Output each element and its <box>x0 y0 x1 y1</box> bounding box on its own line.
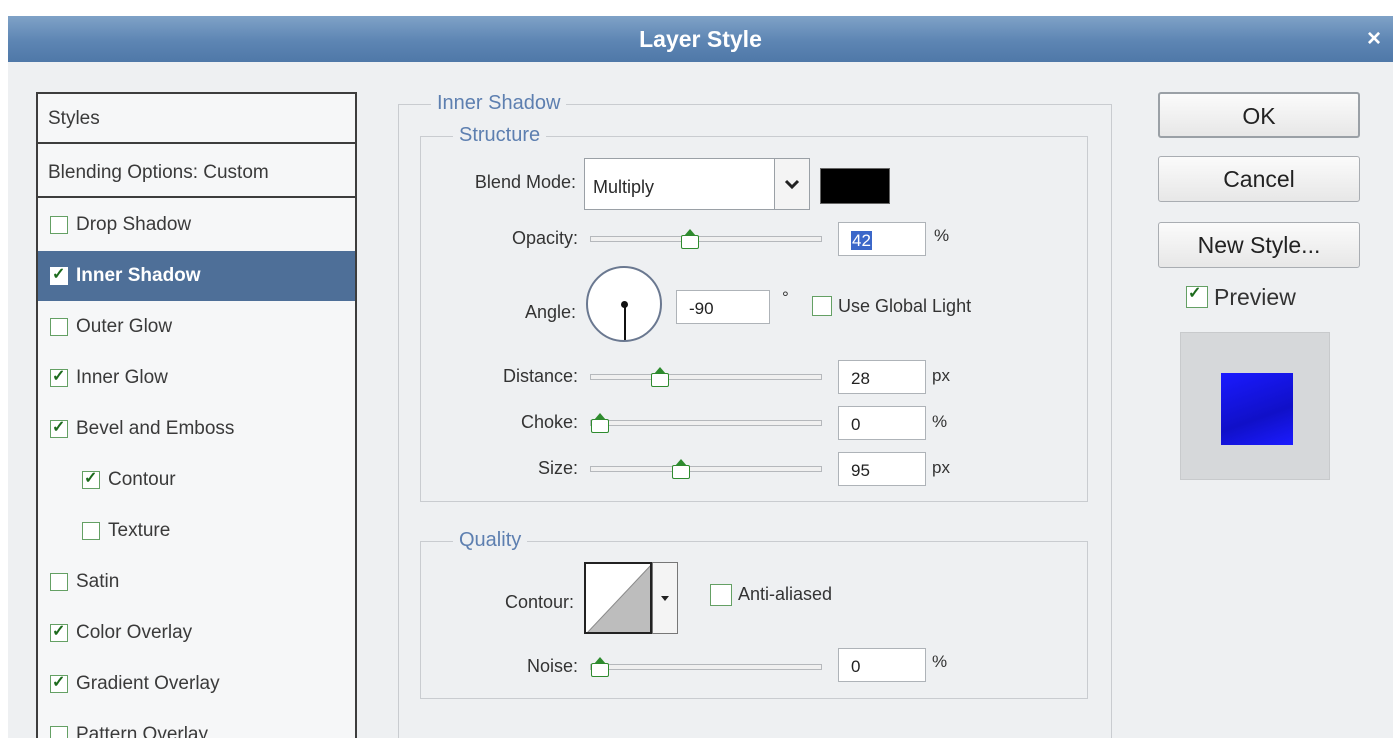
chevron-down-icon <box>784 179 800 190</box>
styles-header[interactable]: Styles <box>38 94 355 144</box>
noise-slider[interactable] <box>590 657 822 677</box>
size-slider[interactable] <box>590 459 822 479</box>
angle-dial-center <box>621 301 628 308</box>
size-slider-thumb[interactable] <box>672 459 691 479</box>
anti-aliased-label[interactable]: Anti-aliased <box>738 584 832 605</box>
style-item-bevel-and-emboss[interactable]: Bevel and Emboss <box>38 404 355 454</box>
anti-aliased-checkbox[interactable] <box>710 584 732 606</box>
style-item-checkbox[interactable] <box>50 417 68 438</box>
close-icon[interactable]: × <box>1367 25 1381 53</box>
opacity-field[interactable]: 42 <box>838 222 926 256</box>
preview-thumbnail <box>1180 332 1330 480</box>
style-item-checkbox[interactable] <box>50 318 68 336</box>
style-item-color-overlay[interactable]: Color Overlay <box>38 608 355 658</box>
style-item-texture[interactable]: Texture <box>38 506 355 556</box>
style-item-outer-glow[interactable]: Outer Glow <box>38 302 355 352</box>
contour-preview[interactable] <box>584 562 652 634</box>
preview-label[interactable]: Preview <box>1214 284 1296 311</box>
angle-unit: ° <box>782 288 789 307</box>
style-item-label: Inner Shadow <box>76 265 201 286</box>
style-item-label: Satin <box>76 571 120 592</box>
contour-curve-icon <box>587 565 650 632</box>
style-item-gradient-overlay[interactable]: Gradient Overlay <box>38 659 355 709</box>
new-style-button[interactable]: New Style... <box>1158 222 1360 268</box>
style-item-checkbox[interactable] <box>50 726 68 738</box>
style-item-checkbox[interactable] <box>50 216 68 234</box>
noise-unit: % <box>932 652 948 671</box>
style-item-inner-glow[interactable]: Inner Glow <box>38 353 355 403</box>
blend-mode-label: Blend Mode: <box>474 172 576 192</box>
distance-field[interactable]: 28 <box>838 360 926 394</box>
choke-slider[interactable] <box>590 413 822 433</box>
layer-style-dialog: Layer Style × Styles Blending Options: C… <box>8 16 1393 738</box>
style-item-checkbox[interactable] <box>50 366 68 387</box>
style-item-label: Color Overlay <box>76 622 193 643</box>
size-label: Size: <box>537 458 578 478</box>
distance-slider-thumb[interactable] <box>650 367 669 387</box>
structure-title: Structure <box>453 124 547 147</box>
shadow-color-swatch[interactable] <box>820 168 890 204</box>
style-item-inner-shadow[interactable]: Inner Shadow <box>38 251 355 301</box>
use-global-light-label[interactable]: Use Global Light <box>838 296 971 317</box>
style-item-drop-shadow[interactable]: Drop Shadow <box>38 200 355 250</box>
size-field[interactable]: 95 <box>838 452 926 486</box>
style-item-checkbox[interactable] <box>50 621 68 642</box>
cancel-button[interactable]: Cancel <box>1158 156 1360 202</box>
window-title: Layer Style <box>639 26 762 52</box>
distance-unit: px <box>932 366 950 385</box>
contour-label: Contour: <box>504 592 574 612</box>
size-unit: px <box>932 458 950 477</box>
style-item-checkbox[interactable] <box>50 672 68 693</box>
choke-field[interactable]: 0 <box>838 406 926 440</box>
opacity-slider-thumb[interactable] <box>680 229 699 249</box>
title-bar[interactable]: Layer Style × <box>8 16 1393 62</box>
style-item-checkbox[interactable] <box>82 522 100 540</box>
blending-options-item[interactable]: Blending Options: Custom <box>38 148 355 198</box>
choke-label: Choke: <box>520 412 578 432</box>
style-item-label: Bevel and Emboss <box>76 418 235 439</box>
style-item-label: Contour <box>108 469 176 490</box>
inner-shadow-title: Inner Shadow <box>431 92 567 115</box>
distance-label: Distance: <box>502 366 578 386</box>
style-item-checkbox[interactable] <box>82 468 100 489</box>
blend-mode-value: Multiply <box>593 177 655 197</box>
noise-slider-thumb[interactable] <box>591 657 609 677</box>
style-item-checkbox[interactable] <box>50 573 68 591</box>
style-item-pattern-overlay[interactable]: Pattern Overlay <box>38 710 355 738</box>
chevron-down-icon <box>661 596 669 601</box>
preview-swatch <box>1221 373 1293 445</box>
angle-field[interactable]: -90 <box>676 290 770 324</box>
angle-dial-needle <box>624 304 626 340</box>
quality-title: Quality <box>453 529 528 552</box>
style-item-label: Texture <box>108 520 171 541</box>
angle-dial[interactable] <box>586 266 662 342</box>
style-item-label: Inner Glow <box>76 367 168 388</box>
ok-button[interactable]: OK <box>1158 92 1360 138</box>
style-item-contour[interactable]: Contour <box>38 455 355 505</box>
style-item-label: Gradient Overlay <box>76 673 220 694</box>
preview-checkbox[interactable] <box>1186 283 1208 308</box>
style-item-checkbox[interactable] <box>50 264 68 285</box>
choke-slider-thumb[interactable] <box>591 413 609 433</box>
style-item-label: Outer Glow <box>76 316 173 337</box>
opacity-label: Opacity: <box>511 228 578 248</box>
opacity-unit: % <box>934 226 950 245</box>
style-item-label: Pattern Overlay <box>76 724 208 738</box>
distance-slider[interactable] <box>590 367 822 387</box>
blend-mode-dropdown-button[interactable] <box>774 159 809 209</box>
contour-dropdown-button[interactable] <box>652 562 678 634</box>
noise-field[interactable]: 0 <box>838 648 926 682</box>
use-global-light-checkbox[interactable] <box>812 296 832 316</box>
opacity-slider[interactable] <box>590 229 822 249</box>
choke-unit: % <box>932 412 948 431</box>
style-item-satin[interactable]: Satin <box>38 557 355 607</box>
styles-list: Styles Blending Options: Custom Drop Sha… <box>36 92 357 738</box>
noise-label: Noise: <box>526 656 578 676</box>
angle-label: Angle: <box>524 302 576 322</box>
style-item-label: Drop Shadow <box>76 214 192 235</box>
blend-mode-select[interactable]: Multiply <box>584 158 810 210</box>
